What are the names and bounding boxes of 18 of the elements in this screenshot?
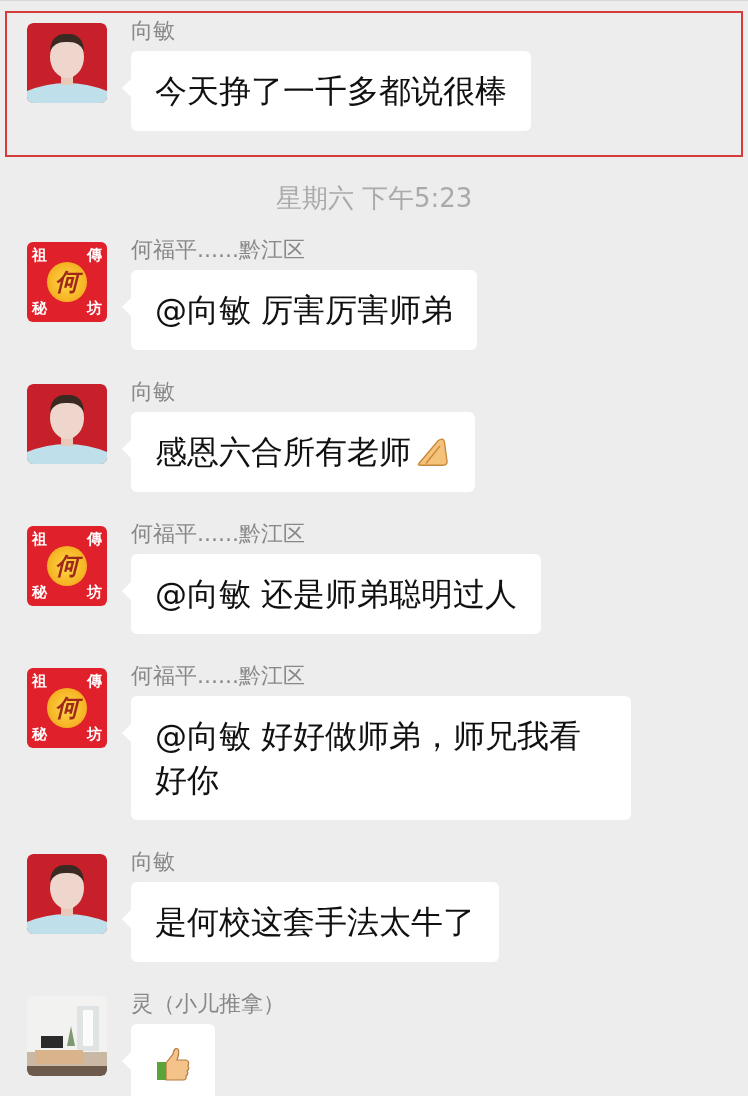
message-bubble: 今天挣了一千多都说很棒 — [131, 51, 531, 131]
message-bubble: @向敏 厉害厉害师弟 — [131, 270, 478, 350]
message-bubble: 是何校这套手法太牛了 — [131, 882, 499, 962]
logo-avatar[interactable]: 祖 傳 秘 坊 何 — [27, 242, 107, 322]
logo-avatar[interactable]: 祖 傳 秘 坊 何 — [27, 526, 107, 606]
sender-name: 何福平......黔江区 — [131, 236, 305, 264]
sender-name: 向敏 — [131, 848, 175, 876]
sender-name: 向敏 — [131, 17, 175, 45]
sender-name: 灵（小儿推拿） — [131, 990, 285, 1018]
timestamp: 星期六 下午5:23 — [275, 182, 473, 215]
message-bubble: @向敏 还是师弟聪明过人 — [131, 554, 542, 634]
logo-avatar[interactable]: 祖 傳 秘 坊 何 — [27, 668, 107, 748]
message-bubble: @向敏 好好做师弟，师兄我看好你 — [131, 696, 631, 820]
sender-name: 向敏 — [131, 378, 175, 406]
message-bubble: 感恩六合所有老师 — [131, 412, 475, 492]
thumbs-up-icon — [155, 1046, 191, 1082]
sender-name: 何福平......黔江区 — [131, 520, 305, 548]
sender-name: 何福平......黔江区 — [131, 662, 305, 690]
